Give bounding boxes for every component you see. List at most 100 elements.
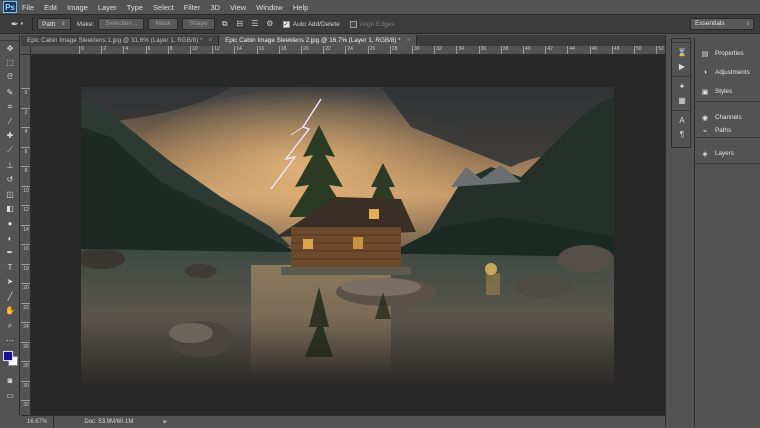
ruler-tick-label: 6 bbox=[145, 46, 150, 54]
menu-select[interactable]: Select bbox=[153, 3, 174, 12]
move-tool-icon[interactable]: ✥ bbox=[0, 41, 20, 56]
color-swatches bbox=[0, 347, 20, 373]
paragraph-icon[interactable]: ¶ bbox=[672, 127, 692, 141]
quick-selection-tool-icon[interactable]: ✎ bbox=[0, 85, 20, 100]
dodge-tool-icon[interactable]: ◐ bbox=[0, 231, 20, 246]
make-label: Make: bbox=[76, 20, 95, 28]
menu-bar: Ps File Edit Image Layer Type Select Fil… bbox=[0, 0, 760, 14]
ruler-tick-label: 4 bbox=[21, 127, 30, 135]
ruler-tick-label: 8 bbox=[167, 46, 173, 54]
clone-stamp-tool-icon[interactable]: ⊥ bbox=[0, 158, 20, 173]
menu-image[interactable]: Image bbox=[67, 3, 88, 12]
ruler-tick-label: 30 bbox=[21, 380, 30, 389]
gradient-tool-icon[interactable]: ◧ bbox=[0, 202, 20, 217]
panel-group: ◈ Layers bbox=[695, 138, 760, 164]
panel-paths[interactable]: ⌁ Paths bbox=[695, 127, 760, 137]
gear-icon[interactable]: ⚙ bbox=[264, 18, 276, 30]
tab-document-2[interactable]: Epic Cabin Image Sleeklens 2.jpg @ 16.7%… bbox=[219, 35, 418, 46]
shape-tool-icon[interactable]: ╱ bbox=[0, 289, 20, 304]
menu-window[interactable]: Window bbox=[256, 3, 283, 12]
blur-tool-icon[interactable]: ● bbox=[0, 216, 20, 231]
eyedropper-tool-icon[interactable]: ⁄ bbox=[0, 114, 20, 129]
history-brush-tool-icon[interactable]: ↺ bbox=[0, 172, 20, 187]
pen-tool-icon[interactable]: ✒ bbox=[0, 245, 20, 260]
panel-grip[interactable] bbox=[672, 73, 690, 77]
actions-icon[interactable]: ▶ bbox=[672, 59, 692, 73]
menu-layer[interactable]: Layer bbox=[98, 3, 117, 12]
ruler-origin[interactable] bbox=[21, 46, 31, 55]
ruler-tick-label: 34 bbox=[456, 46, 464, 54]
quick-mask-icon[interactable]: ◙ bbox=[0, 373, 20, 388]
path-selection-tool-icon[interactable]: ➤ bbox=[0, 275, 20, 290]
tool-preset-picker[interactable]: ✒ ▾ bbox=[6, 17, 28, 31]
hand-tool-icon[interactable]: ✋ bbox=[0, 304, 20, 319]
menu-filter[interactable]: Filter bbox=[184, 3, 201, 12]
panel-group: ◉ Channels ⌁ Paths bbox=[695, 102, 760, 138]
path-arrangement-icon[interactable]: ☰ bbox=[249, 18, 261, 30]
panel-layers[interactable]: ◈ Layers bbox=[695, 144, 760, 163]
chevron-right-icon[interactable]: ▶ bbox=[163, 419, 167, 425]
pen-mode-dropdown[interactable]: Path ⇕ bbox=[37, 18, 71, 30]
document-tabs: Epic Cabin Image Sleeklens 1.jpg @ 31.6%… bbox=[21, 35, 665, 46]
type-tool-icon[interactable]: T bbox=[0, 260, 20, 275]
extra-tools-icon[interactable]: ⋯ bbox=[0, 333, 20, 348]
menu-3d[interactable]: 3D bbox=[210, 3, 220, 12]
canvas-area[interactable] bbox=[31, 55, 665, 415]
ruler-tick-label: 12 bbox=[21, 205, 30, 213]
panel-styles[interactable]: ▣ Styles bbox=[695, 82, 760, 101]
panel-grip[interactable] bbox=[672, 39, 690, 43]
document-size[interactable]: Doc: 53.9M/60.1M bbox=[84, 419, 133, 425]
make-mask-button[interactable]: Mask bbox=[148, 18, 178, 30]
ruler-tick-label: 42 bbox=[545, 46, 553, 54]
marquee-tool-icon[interactable]: ⬚ bbox=[0, 56, 20, 71]
menu-help[interactable]: Help bbox=[293, 3, 308, 12]
brush-presets-icon[interactable]: ✦ bbox=[672, 79, 692, 93]
chevron-updown-icon: ⇕ bbox=[745, 21, 750, 27]
auto-add-delete-label: Auto Add/Delete bbox=[292, 20, 340, 28]
panel-grip[interactable] bbox=[672, 107, 690, 111]
menu-file[interactable]: File bbox=[22, 3, 34, 12]
ruler-tick-label: 24 bbox=[345, 46, 353, 54]
tab-label: Epic Cabin Image Sleeklens 1.jpg @ 31.6%… bbox=[27, 37, 203, 44]
healing-brush-tool-icon[interactable]: ✚ bbox=[0, 129, 20, 144]
swatch-grid-icon[interactable]: ▦ bbox=[672, 93, 692, 107]
channels-icon: ◉ bbox=[701, 114, 709, 122]
panel-properties[interactable]: ▤ Properties bbox=[695, 44, 760, 63]
zoom-level[interactable]: 16.67% bbox=[21, 415, 55, 428]
horizontal-ruler[interactable]: 0 2 4 6 8 10 12 14 16 18 20 22 24 26 28 30 32 34 36 38 40 42 4… bbox=[31, 46, 665, 55]
tab-document-1[interactable]: Epic Cabin Image Sleeklens 1.jpg @ 31.6%… bbox=[21, 35, 220, 46]
path-operations-icon[interactable]: ⧉ bbox=[219, 18, 231, 30]
eraser-tool-icon[interactable]: ◫ bbox=[0, 187, 20, 202]
ruler-tick-label: 12 bbox=[212, 46, 220, 54]
align-edges-checkbox[interactable] bbox=[349, 20, 357, 28]
screen-mode-icon[interactable]: ▭ bbox=[0, 388, 20, 403]
panel-channels[interactable]: ◉ Channels bbox=[695, 108, 760, 127]
character-icon[interactable]: A bbox=[672, 113, 692, 127]
path-alignment-icon[interactable]: ⊟ bbox=[234, 18, 246, 30]
lasso-tool-icon[interactable]: ᘓ bbox=[0, 70, 20, 85]
workspace-switcher[interactable]: Essentials ⇕ bbox=[690, 18, 754, 30]
menu-edit[interactable]: Edit bbox=[44, 3, 57, 12]
menu-type[interactable]: Type bbox=[127, 3, 143, 12]
ruler-tick-label: 50 bbox=[634, 46, 642, 54]
zoom-tool-icon[interactable]: ⌕ bbox=[0, 318, 20, 333]
ruler-tick-label: 22 bbox=[21, 302, 30, 311]
make-shape-button[interactable]: Shape bbox=[181, 18, 215, 30]
panel-label: Properties bbox=[715, 50, 744, 57]
photoshop-logo: Ps bbox=[3, 1, 17, 13]
panel-adjustments[interactable]: ◑ Adjustments bbox=[695, 63, 760, 82]
auto-add-delete-checkbox[interactable]: ✓ bbox=[282, 20, 290, 28]
close-icon[interactable]: × bbox=[407, 37, 411, 44]
make-selection-button[interactable]: Selection... bbox=[98, 18, 145, 30]
vertical-ruler[interactable]: 0 2 4 6 8 10 12 14 16 18 20 22 24 26 28 30 32 bbox=[21, 46, 31, 415]
chevron-down-icon: ▾ bbox=[20, 21, 24, 27]
crop-tool-icon[interactable]: ⌗ bbox=[0, 99, 20, 114]
ruler-tick-label: 36 bbox=[478, 46, 486, 54]
history-icon[interactable]: ⌛ bbox=[672, 45, 692, 59]
document-image[interactable] bbox=[81, 87, 614, 385]
foreground-color-swatch[interactable] bbox=[3, 351, 13, 362]
menu-view[interactable]: View bbox=[230, 3, 246, 12]
panel-label: Channels bbox=[715, 114, 742, 121]
brush-tool-icon[interactable]: ⟋ bbox=[0, 143, 20, 158]
close-icon[interactable]: × bbox=[208, 37, 212, 44]
